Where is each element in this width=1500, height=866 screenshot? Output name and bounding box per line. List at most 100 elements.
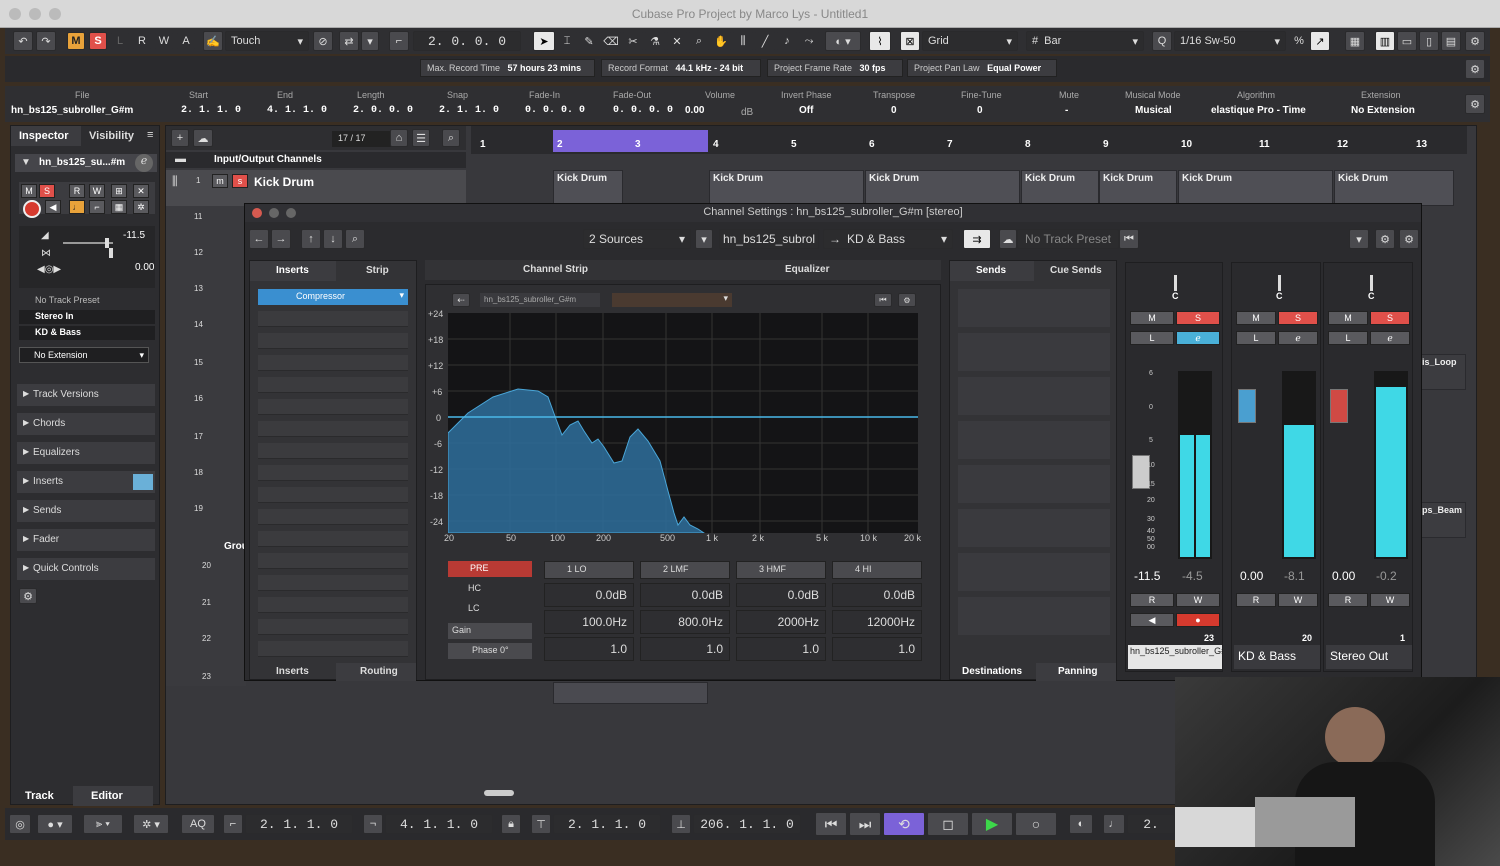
write-automation-button[interactable]: W — [89, 184, 105, 198]
back-icon[interactable]: ← — [249, 229, 269, 249]
solo-all-button[interactable]: S — [89, 32, 107, 50]
settings-button[interactable]: ✲ — [133, 200, 149, 214]
cycle-range[interactable] — [553, 130, 708, 152]
speaker-tool[interactable]: ♪ — [777, 31, 797, 51]
autoscroll-menu-icon[interactable]: ▾ — [361, 31, 379, 51]
forward-icon[interactable]: → — [271, 229, 291, 249]
keyboard-icon[interactable]: ▦ — [1345, 31, 1365, 51]
output-routing[interactable]: KD & Bass — [19, 326, 155, 340]
listen-button[interactable]: L — [1328, 331, 1368, 345]
quantize-options-icon[interactable]: ↗ — [1310, 31, 1330, 51]
record-button[interactable]: ○ — [1015, 812, 1057, 836]
erase-tool[interactable]: ⌫ — [601, 31, 621, 51]
hand-tool[interactable]: ✋ — [711, 31, 731, 51]
locator-icon[interactable]: ⌐ — [389, 31, 409, 51]
mute-button[interactable]: M — [1328, 311, 1368, 325]
read-button[interactable]: R — [1130, 593, 1174, 607]
undo-button[interactable]: ↶ — [13, 31, 33, 51]
eq-curve-display[interactable] — [448, 313, 918, 533]
mute-button[interactable]: m — [212, 174, 228, 188]
info-field-fade-out[interactable]: Fade-Out 0. 0. 0. 0 — [599, 88, 679, 120]
band-2-q[interactable]: 1.0 — [640, 637, 730, 661]
band-4-header[interactable]: 4 HI — [832, 561, 922, 579]
event-loop[interactable]: is_Loop — [1418, 354, 1466, 390]
monitor-button[interactable]: ◀ — [45, 200, 61, 214]
write-button[interactable]: W — [1370, 593, 1410, 607]
draw-tool[interactable]: ✎ — [579, 31, 599, 51]
info-field-length[interactable]: Length 2. 0. 0. 0 — [341, 88, 421, 120]
solo-button[interactable]: S — [1278, 311, 1318, 325]
track-visibility-icon[interactable]: ⌂ — [390, 129, 408, 147]
solo-button[interactable]: S — [1370, 311, 1410, 325]
auto-quantize-button[interactable]: AQ — [181, 814, 215, 834]
tab-inserts[interactable]: Inserts — [250, 261, 336, 281]
play-button[interactable]: ▶ — [971, 812, 1013, 836]
send-slot[interactable] — [958, 509, 1110, 547]
sources-select[interactable]: 2 Sources ▾ — [583, 229, 691, 249]
glue-tool[interactable]: ⚗ — [645, 31, 665, 51]
pre-button[interactable]: PRE — [448, 561, 532, 577]
info-field-snap[interactable]: Snap 2. 1. 1. 0 — [427, 88, 507, 120]
mute-tool[interactable]: ✕ — [667, 31, 687, 51]
send-slot[interactable] — [958, 421, 1110, 459]
status-settings-icon[interactable]: ⚙ — [1465, 59, 1485, 79]
max-record-status[interactable]: Max. Record Time 57 hours 23 mins — [420, 59, 595, 77]
event-kick-drum[interactable]: Kick Drum — [1334, 170, 1454, 206]
insert-slot[interactable] — [258, 311, 408, 327]
menu-icon[interactable]: ≡ — [147, 129, 153, 141]
freeze-button[interactable]: ⊞ — [111, 184, 127, 198]
collapse-triangle-icon[interactable]: ▼ — [21, 157, 31, 168]
band-3-header[interactable]: 3 HMF — [736, 561, 826, 579]
event-kick-drum[interactable]: Kick Drum — [1178, 170, 1333, 206]
object-select-tool[interactable]: ➤ — [533, 31, 555, 51]
channel-name[interactable]: KD & Bass — [1234, 645, 1320, 669]
send-slot[interactable] — [958, 597, 1110, 635]
track-preset-icon[interactable]: ☁ — [999, 229, 1017, 249]
lanes-button[interactable]: ⌐ — [89, 200, 105, 214]
arrow-down-icon[interactable]: ↓ — [323, 229, 343, 249]
tempo-icon[interactable]: ◐ — [1069, 814, 1093, 834]
position-display-3[interactable]: 2. — [1127, 814, 1175, 834]
listen-button[interactable]: L — [1130, 331, 1174, 345]
tab-sends[interactable]: Sends — [950, 261, 1034, 281]
write-button[interactable]: W — [1176, 593, 1220, 607]
infoline-settings-icon[interactable]: ⚙ — [1465, 94, 1485, 114]
split-tool[interactable]: ✂ — [623, 31, 643, 51]
snap-toggle[interactable]: ⌇ — [869, 31, 891, 51]
read-button[interactable]: R — [133, 32, 151, 50]
info-field-volume[interactable]: Volume 0.00 dB — [681, 88, 761, 120]
info-field-fade-in[interactable]: Fade-In 0. 0. 0. 0 — [513, 88, 593, 120]
autoscroll-icon[interactable]: ⇄ — [339, 31, 359, 51]
quantize-icon[interactable]: Q — [1152, 31, 1172, 51]
comp-tool[interactable]: ⫼ — [733, 31, 753, 51]
tab-cue-sends[interactable]: Cue Sends — [1036, 261, 1118, 281]
automation-mode-select[interactable]: Touch ▾ — [225, 31, 309, 51]
right-locator-icon[interactable]: ¬ — [363, 814, 383, 834]
automation-button[interactable]: A — [177, 32, 195, 50]
insert-slot[interactable] — [258, 465, 408, 481]
tab-strip[interactable]: Strip — [338, 261, 416, 281]
lock-icon[interactable]: 🔒︎ — [501, 814, 521, 834]
right-locator-display[interactable]: 4. 1. 1. 0 — [385, 814, 493, 834]
add-track-button[interactable]: + — [171, 129, 189, 147]
range-tool[interactable]: ⌶ — [557, 31, 577, 51]
eq-bypass-icon[interactable]: ⇠ — [452, 293, 470, 307]
extension-select[interactable]: No Extension ▾ — [19, 347, 149, 363]
go-to-end-button[interactable]: ⏭ — [849, 812, 881, 836]
info-field-start[interactable]: Start 2. 1. 1. 0 — [165, 88, 245, 120]
punch-in-icon[interactable]: ⊤ — [531, 814, 551, 834]
insert-slot[interactable] — [258, 333, 408, 349]
send-slot[interactable] — [958, 377, 1110, 415]
layout-rack-icon[interactable]: ▤ — [1441, 31, 1461, 51]
info-field-fine-tune[interactable]: Fine-Tune 0 — [949, 88, 1029, 120]
send-slot[interactable] — [958, 289, 1110, 327]
monitor-button[interactable]: ◀ — [1130, 613, 1174, 627]
grid-type-select[interactable]: # Bar ▾ — [1026, 31, 1144, 51]
band-2-freq[interactable]: 800.0Hz — [640, 610, 730, 634]
line-tool[interactable]: ╱ — [755, 31, 775, 51]
pan-knob[interactable] — [1370, 275, 1373, 291]
track-preset-row[interactable]: No Track Preset — [19, 294, 155, 308]
snap-type-select[interactable]: Grid ▾ — [922, 31, 1018, 51]
fader-cap[interactable] — [1238, 389, 1256, 423]
volume-value[interactable]: 0.00 — [1240, 569, 1263, 583]
